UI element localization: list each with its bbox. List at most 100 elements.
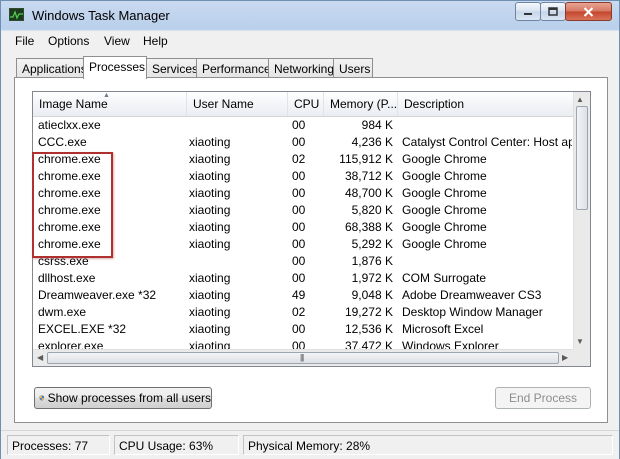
- process-description: Google Chrome: [402, 186, 487, 200]
- table-row[interactable]: dwm.exe xiaoting 02 19,272 K Desktop Window …: [33, 303, 573, 320]
- process-name: dllhost.exe: [38, 271, 96, 285]
- maximize-button[interactable]: [540, 2, 566, 21]
- table-row[interactable]: chrome.exe xiaoting 00 5,292 K Google Chrome: [33, 235, 573, 252]
- table-row[interactable]: dllhost.exe xiaoting 00 1,972 K COM Surrogat…: [33, 269, 573, 286]
- tab-users[interactable]: Users: [333, 58, 373, 78]
- close-icon: [583, 6, 594, 17]
- menu-options[interactable]: Options: [48, 34, 89, 48]
- list-header: ▲ Image Name User Name CPU Memory (P... …: [33, 92, 573, 117]
- tab-networking[interactable]: Networking: [268, 58, 334, 78]
- tab-strip: Applications Processes Services Performa…: [1, 56, 619, 79]
- column-label: Image Name: [39, 97, 108, 111]
- horizontal-scrollbar[interactable]: ◀ ||| ▶: [33, 349, 573, 366]
- scrollbar-corner: [573, 349, 590, 366]
- process-cpu: 00: [292, 254, 306, 268]
- vertical-scroll-thumb[interactable]: [576, 106, 588, 210]
- table-row[interactable]: chrome.exe xiaoting 00 48,700 K Google Chrom…: [33, 184, 573, 201]
- column-user-name[interactable]: User Name: [187, 92, 288, 116]
- end-process-button[interactable]: End Process: [495, 387, 591, 409]
- process-memory: 38,712 K: [344, 169, 393, 183]
- tab-services[interactable]: Services: [146, 58, 198, 78]
- show-all-users-button[interactable]: Show processes from all users: [34, 387, 212, 409]
- process-memory: 19,272 K: [344, 305, 393, 319]
- process-name: Dreamweaver.exe *32: [38, 288, 157, 302]
- table-row[interactable]: CCC.exe xiaoting 00 4,236 K Catalyst Control…: [33, 133, 573, 150]
- process-memory: 9,048 K: [351, 288, 393, 302]
- task-manager-window: Windows Task Manager File Options View H…: [0, 0, 620, 459]
- chrome-highlight-box: [32, 152, 113, 258]
- sort-ascending-icon: ▲: [103, 92, 110, 99]
- title-bar[interactable]: Windows Task Manager: [1, 1, 619, 30]
- table-row[interactable]: chrome.exe xiaoting 00 5,820 K Google Chrome: [33, 201, 573, 218]
- show-all-users-label: Show processes from all users: [47, 391, 211, 405]
- process-user: xiaoting: [189, 220, 231, 234]
- process-description: Microsoft Excel: [402, 322, 484, 336]
- process-memory: 12,536 K: [344, 322, 393, 336]
- table-row[interactable]: atieclxx.exe 00 984 K: [33, 116, 573, 133]
- process-description: COM Surrogate: [402, 271, 487, 285]
- process-description: Google Chrome: [402, 237, 487, 251]
- process-description: Catalyst Control Center: Host appli: [402, 135, 572, 149]
- status-processes: Processes: 77: [7, 435, 110, 455]
- scroll-left-icon[interactable]: ◀: [37, 353, 43, 362]
- table-row[interactable]: chrome.exe xiaoting 02 115,912 K Google Chro…: [33, 150, 573, 167]
- process-cpu: 00: [292, 203, 306, 217]
- process-memory: 48,700 K: [344, 186, 393, 200]
- tab-performance[interactable]: Performance: [196, 58, 271, 78]
- process-name: atieclxx.exe: [38, 118, 101, 132]
- process-user: xiaoting: [189, 305, 231, 319]
- column-cpu[interactable]: CPU: [288, 92, 324, 116]
- process-user: xiaoting: [189, 135, 231, 149]
- process-cpu: 00: [292, 220, 306, 234]
- close-button[interactable]: [565, 2, 612, 21]
- process-memory: 68,388 K: [344, 220, 393, 234]
- process-memory: 115,912 K: [339, 152, 393, 166]
- process-user: xiaoting: [189, 186, 231, 200]
- process-cpu: 00: [292, 135, 306, 149]
- grip-icon: |||: [300, 353, 304, 362]
- process-description: Google Chrome: [402, 169, 487, 183]
- process-cpu: 00: [292, 237, 306, 251]
- scroll-right-icon[interactable]: ▶: [562, 353, 568, 362]
- scroll-up-icon[interactable]: ▲: [576, 95, 584, 104]
- menu-file[interactable]: File: [15, 34, 34, 48]
- menu-bar: File Options View Help: [1, 31, 619, 52]
- vertical-scrollbar[interactable]: ▲ ▼: [573, 92, 590, 349]
- process-cpu: 49: [292, 288, 306, 302]
- maximize-icon: [548, 7, 558, 16]
- process-description: Desktop Window Manager: [402, 305, 543, 319]
- process-user: xiaoting: [189, 322, 231, 336]
- tab-processes[interactable]: Processes: [83, 56, 147, 79]
- minimize-icon: [524, 12, 532, 15]
- task-manager-icon: [9, 8, 24, 21]
- table-row[interactable]: chrome.exe xiaoting 00 38,712 K Google Chrom…: [33, 167, 573, 184]
- table-row[interactable]: csrss.exe 00 1,876 K: [33, 252, 573, 269]
- column-description[interactable]: Description: [398, 92, 573, 116]
- column-image-name[interactable]: ▲ Image Name: [33, 92, 187, 116]
- process-user: xiaoting: [189, 271, 231, 285]
- process-user: xiaoting: [189, 237, 231, 251]
- uac-shield-icon: [39, 395, 45, 401]
- table-row[interactable]: Dreamweaver.exe *32 xiaoting 49 9,048 K Adob…: [33, 286, 573, 303]
- scroll-down-icon[interactable]: ▼: [576, 337, 584, 346]
- process-cpu: 02: [292, 305, 306, 319]
- tab-applications[interactable]: Applications: [16, 58, 87, 78]
- column-memory[interactable]: Memory (P...: [324, 92, 398, 116]
- process-memory: 1,876 K: [351, 254, 393, 268]
- process-memory: 1,972 K: [351, 271, 393, 285]
- menu-help[interactable]: Help: [143, 34, 168, 48]
- process-rows: atieclxx.exe 00 984 K CCC.exe xiaoting 00 4,23…: [33, 116, 573, 354]
- menu-view[interactable]: View: [104, 34, 130, 48]
- status-bar: Processes: 77 CPU Usage: 63% Physical Me…: [1, 430, 619, 459]
- table-row[interactable]: EXCEL.EXE *32 xiaoting 00 12,536 K Microsoft…: [33, 320, 573, 337]
- process-description: Google Chrome: [402, 152, 487, 166]
- process-list[interactable]: ▲ Image Name User Name CPU Memory (P... …: [32, 91, 591, 367]
- process-name: dwm.exe: [38, 305, 87, 319]
- process-name: CCC.exe: [38, 135, 87, 149]
- window-title: Windows Task Manager: [32, 8, 170, 23]
- horizontal-scroll-thumb[interactable]: |||: [47, 352, 559, 364]
- process-cpu: 02: [292, 152, 306, 166]
- table-row[interactable]: chrome.exe xiaoting 00 68,388 K Google Chrom…: [33, 218, 573, 235]
- minimize-button[interactable]: [515, 2, 541, 21]
- process-user: xiaoting: [189, 288, 231, 302]
